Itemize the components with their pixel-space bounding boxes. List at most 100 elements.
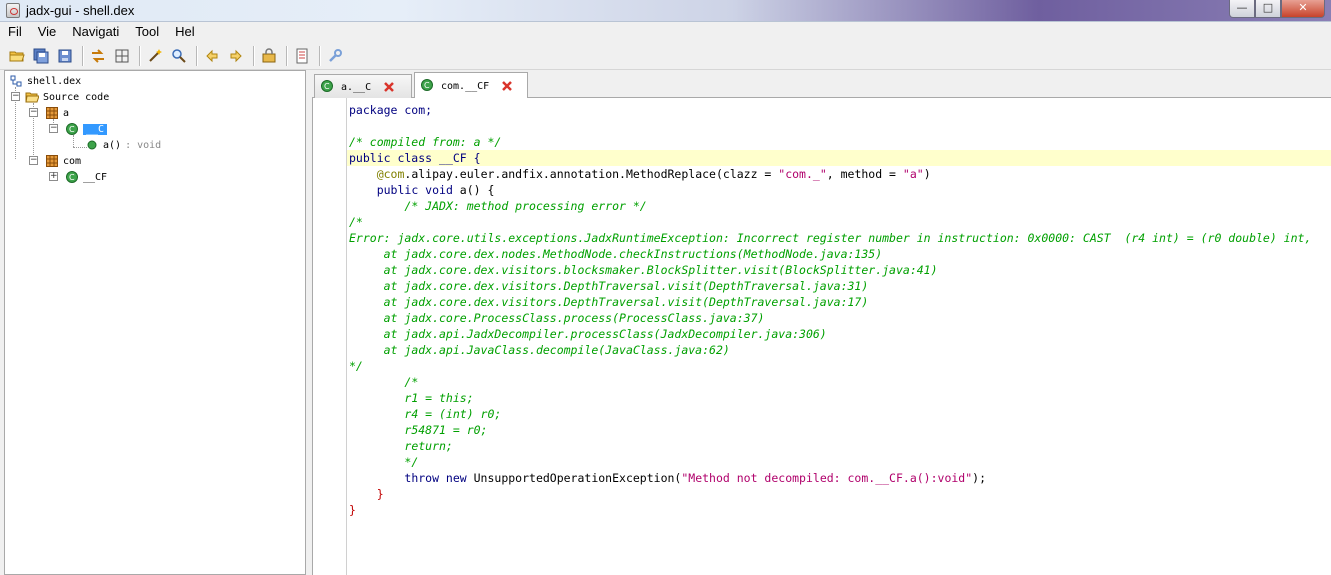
package-icon: [45, 106, 59, 120]
code-comment: r54871 = r0;: [404, 423, 488, 437]
code-string: "com._": [778, 167, 827, 181]
maximize-button[interactable]: □: [1255, 0, 1281, 18]
collapse-toggle[interactable]: −: [29, 108, 38, 117]
code-error-message: Error: jadx.core.utils.exceptions.JadxRu…: [349, 231, 1312, 245]
wand-icon: [149, 48, 162, 62]
code-stacktrace: at jadx.core.dex.nodes.MethodNode.checkI…: [383, 247, 883, 261]
code-text: UnsupportedOperationException(: [466, 471, 682, 485]
code-line: /*: [349, 374, 1331, 390]
deobfuscation-button[interactable]: [258, 45, 280, 67]
forward-icon: [230, 49, 242, 62]
source-code[interactable]: package com; /* compiled from: a */ publ…: [347, 102, 1331, 518]
code-keyword: package com;: [349, 103, 433, 117]
code-text: , method =: [826, 167, 903, 181]
save-all-button[interactable]: [30, 45, 52, 67]
code-line: */: [349, 358, 1331, 374]
open-file-button[interactable]: [6, 45, 28, 67]
code-line: r4 = (int) r0;: [349, 406, 1331, 422]
menu-help[interactable]: Hel: [167, 22, 203, 42]
code-brace: }: [349, 503, 356, 517]
toolbar-separator: [253, 45, 254, 66]
tree-label-root: shell.dex: [27, 75, 82, 87]
code-stacktrace: at jadx.core.ProcessClass.process(Proces…: [383, 311, 765, 325]
tree-node-method-a[interactable]: a() : void: [85, 137, 161, 153]
menu-file[interactable]: Fil: [0, 22, 30, 42]
tree-node-root[interactable]: shell.dex: [9, 73, 81, 89]
code-line: at jadx.core.dex.visitors.DepthTraversal…: [349, 278, 1331, 294]
code-comment: */: [404, 455, 419, 469]
code-keyword: public void: [376, 183, 453, 197]
svg-text:C: C: [324, 82, 330, 91]
toolbar: [0, 42, 1331, 70]
title-bar: jadx-gui - shell.dex — □ ✕: [0, 0, 1331, 22]
code-line: @com.alipay.euler.andfix.annotation.Meth…: [349, 166, 1331, 182]
code-comment: return;: [404, 439, 453, 453]
window-controls: — □ ✕: [1229, 0, 1325, 18]
open-file-icon: [9, 51, 25, 61]
code-annotation: @com: [376, 167, 405, 181]
code-line: public void a() {: [349, 182, 1331, 198]
code-line: at jadx.core.dex.visitors.DepthTraversal…: [349, 294, 1331, 310]
tree-node-package-a[interactable]: a: [45, 105, 69, 121]
close-tab-icon[interactable]: [383, 81, 395, 93]
code-line: at jadx.core.dex.visitors.blocksmaker.Bl…: [349, 262, 1331, 278]
code-comment: */: [349, 359, 363, 373]
close-window-button[interactable]: ✕: [1281, 0, 1325, 18]
menu-navigation[interactable]: Navigati: [64, 22, 127, 42]
wand-button[interactable]: [144, 45, 166, 67]
sync-icon: [92, 48, 104, 63]
code-line: }: [349, 502, 1331, 518]
code-line: /*: [349, 214, 1331, 230]
tree-label-package-com: com: [63, 155, 82, 167]
code-line: at jadx.api.JadxDecompiler.processClass(…: [349, 326, 1331, 342]
tree-node-package-com[interactable]: com: [45, 153, 81, 169]
minimize-button[interactable]: —: [1229, 0, 1255, 18]
tree-node-source-code[interactable]: Source code: [25, 89, 109, 105]
code-line: at jadx.core.dex.nodes.MethodNode.checkI…: [349, 246, 1331, 262]
log-viewer-button[interactable]: [291, 45, 313, 67]
code-string: "a": [902, 167, 924, 181]
collapse-toggle[interactable]: −: [49, 124, 58, 133]
code-line: at jadx.core.ProcessClass.process(Proces…: [349, 310, 1331, 326]
menu-view[interactable]: Vie: [30, 22, 65, 42]
tab-a-c[interactable]: C a.__C: [314, 74, 412, 99]
tree-node-class-cf[interactable]: C __CF: [65, 169, 107, 185]
toolbar-separator: [139, 45, 140, 66]
code-editor[interactable]: package com; /* compiled from: a */ publ…: [312, 98, 1331, 575]
search-button[interactable]: [168, 45, 190, 67]
tree-label-method-type: : void: [125, 139, 162, 151]
close-tab-icon[interactable]: [501, 80, 513, 92]
menu-tools[interactable]: Tool: [127, 22, 167, 42]
log-icon: [296, 48, 308, 63]
class-icon: C: [65, 122, 79, 136]
code-stacktrace: at jadx.api.JadxDecompiler.processClass(…: [383, 327, 827, 341]
code-stacktrace: at jadx.core.dex.visitors.blocksmaker.Bl…: [383, 263, 938, 277]
code-line: return;: [349, 438, 1331, 454]
tab-com-cf[interactable]: C com.__CF: [414, 72, 528, 99]
folder-open-icon: [25, 90, 39, 104]
expand-toggle[interactable]: +: [49, 172, 58, 181]
back-button[interactable]: [201, 45, 223, 67]
code-line: r54871 = r0;: [349, 422, 1331, 438]
tree-node-class-c[interactable]: C __C: [65, 121, 108, 137]
code-line: r1 = this;: [349, 390, 1331, 406]
forward-button[interactable]: [225, 45, 247, 67]
code-comment: /*: [404, 375, 419, 389]
settings-button[interactable]: [324, 45, 346, 67]
editor-tabs: C a.__C C com.__CF: [312, 70, 1331, 99]
code-brace: }: [376, 487, 384, 501]
export-button[interactable]: [54, 45, 76, 67]
toolbar-separator: [82, 45, 83, 66]
code-text: );: [972, 471, 986, 485]
sync-button[interactable]: [87, 45, 109, 67]
tree-label-method: a(): [103, 139, 122, 151]
code-line: /* compiled from: a */: [349, 134, 1331, 150]
code-comment: /*: [349, 215, 363, 229]
collapse-toggle[interactable]: −: [29, 156, 38, 165]
project-tree[interactable]: shell.dex − Source code − a − C __C a() …: [4, 70, 306, 575]
tree-label-class-c: __C: [83, 123, 108, 135]
flatten-packages-button[interactable]: [111, 45, 133, 67]
flatten-packages-icon: [115, 49, 129, 62]
collapse-toggle[interactable]: −: [11, 92, 20, 101]
